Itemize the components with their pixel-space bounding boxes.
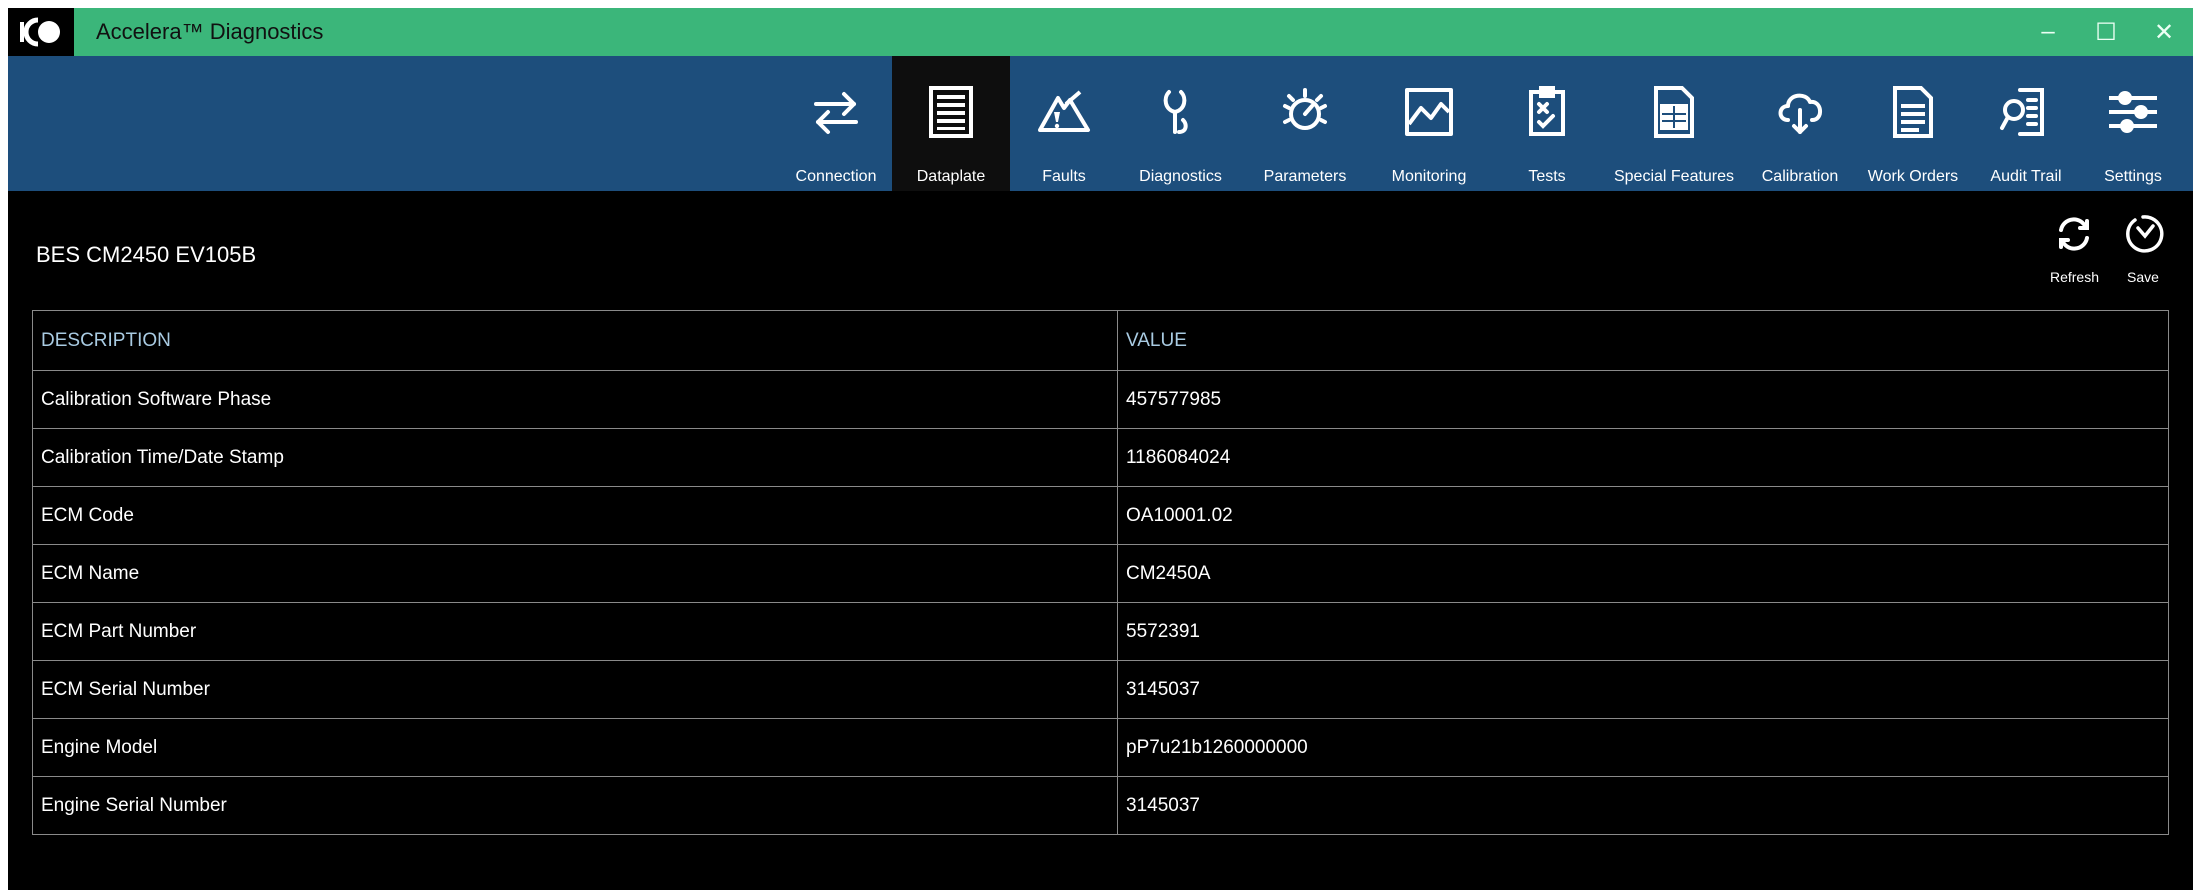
toolbar-label: Connection (795, 168, 877, 185)
value-cell: pP7u21b1260000000 (1117, 718, 2169, 777)
refresh-label: Refresh (2049, 269, 2099, 285)
table-row[interactable]: Engine Model pP7u21b1260000000 (32, 718, 2169, 777)
value-cell: 457577985 (1117, 370, 2169, 429)
toolbar-label: Parameters (1263, 168, 1347, 185)
minimize-button[interactable]: – (2019, 8, 2077, 56)
toolbar-tests[interactable]: Tests (1491, 56, 1603, 191)
toolbar-settings[interactable]: Settings (2081, 56, 2185, 191)
save-button[interactable]: Save (2121, 212, 2165, 285)
value-cell: 3145037 (1117, 776, 2169, 835)
table-row[interactable]: Calibration Time/Date Stamp 1186084024 (32, 428, 2169, 487)
column-header-description[interactable]: DESCRIPTION (32, 310, 1118, 371)
description-cell: Calibration Software Phase (32, 370, 1118, 429)
toolbar-label: Audit Trail (1990, 168, 2062, 185)
description-cell: ECM Name (32, 544, 1118, 603)
maximize-button[interactable]: ☐ (2077, 8, 2135, 56)
page-actions: Refresh Save (2050, 212, 2165, 285)
close-button[interactable]: ✕ (2135, 8, 2193, 56)
toolbar-label: Work Orders (1867, 168, 1959, 185)
column-header-value[interactable]: VALUE (1117, 310, 2169, 371)
table-row[interactable]: ECM Part Number 5572391 (32, 602, 2169, 661)
description-cell: ECM Serial Number (32, 660, 1118, 719)
toolbar-label: Diagnostics (1139, 168, 1222, 185)
app-window: Accelera™ Diagnostics – ☐ ✕ Connection D… (8, 8, 2193, 890)
calibration-icon (1772, 84, 1828, 145)
toolbar-label: Dataplate (916, 168, 986, 185)
toolbar-work-orders[interactable]: Work Orders (1855, 56, 1971, 191)
description-cell: Calibration Time/Date Stamp (32, 428, 1118, 487)
monitoring-icon (1401, 84, 1457, 145)
work-orders-icon (1885, 84, 1941, 145)
main-toolbar: Connection Dataplate Faults Diagnostics … (8, 56, 2193, 191)
toolbar-label: Faults (1042, 168, 1086, 185)
table-row[interactable]: ECM Name CM2450A (32, 544, 2169, 603)
toolbar-faults[interactable]: Faults (1010, 56, 1118, 191)
toolbar-special-features[interactable]: Special Features (1603, 56, 1745, 191)
toolbar-calibration[interactable]: Calibration (1745, 56, 1855, 191)
settings-icon (2105, 84, 2161, 145)
dataplate-table: DESCRIPTION VALUE Calibration Software P… (32, 310, 2169, 835)
toolbar-label: Tests (1528, 168, 1566, 185)
value-cell: OA10001.02 (1117, 486, 2169, 545)
table-row[interactable]: Calibration Software Phase 457577985 (32, 370, 2169, 429)
diagnostics-icon (1153, 84, 1209, 145)
title-bar: Accelera™ Diagnostics – ☐ ✕ (8, 8, 2193, 56)
refresh-icon (2052, 212, 2096, 261)
save-label: Save (2127, 269, 2159, 285)
table-header-row: DESCRIPTION VALUE (32, 310, 2169, 371)
toolbar-audit-trail[interactable]: Audit Trail (1971, 56, 2081, 191)
value-cell: CM2450A (1117, 544, 2169, 603)
refresh-button[interactable]: Refresh (2050, 212, 2099, 285)
toolbar-connection[interactable]: Connection (780, 56, 892, 191)
table-row[interactable]: ECM Code OA10001.02 (32, 486, 2169, 545)
table-row[interactable]: ECM Serial Number 3145037 (32, 660, 2169, 719)
toolbar-dataplate[interactable]: Dataplate (892, 56, 1010, 191)
toolbar-items: Connection Dataplate Faults Diagnostics … (780, 56, 2185, 191)
app-logo (8, 8, 74, 56)
description-cell: ECM Part Number (32, 602, 1118, 661)
value-cell: 3145037 (1117, 660, 2169, 719)
toolbar-diagnostics[interactable]: Diagnostics (1118, 56, 1243, 191)
table-row[interactable]: Engine Serial Number 3145037 (32, 776, 2169, 835)
toolbar-label: Monitoring (1391, 168, 1467, 185)
value-cell: 5572391 (1117, 602, 2169, 661)
special-features-icon (1646, 84, 1702, 145)
toolbar-label: Calibration (1761, 168, 1839, 185)
toolbar-parameters[interactable]: Parameters (1243, 56, 1367, 191)
window-title: Accelera™ Diagnostics (96, 19, 324, 44)
value-cell: 1186084024 (1117, 428, 2169, 487)
dataplate-icon (923, 84, 979, 145)
connection-icon (808, 84, 864, 145)
description-cell: Engine Model (32, 718, 1118, 777)
tests-icon (1519, 84, 1575, 145)
toolbar-label: Settings (2104, 168, 2162, 185)
description-cell: Engine Serial Number (32, 776, 1118, 835)
toolbar-label: Special Features (1613, 168, 1735, 185)
page-title: BES CM2450 EV105B (36, 242, 257, 267)
save-icon (2121, 212, 2165, 261)
description-cell: ECM Code (32, 486, 1118, 545)
faults-icon (1036, 84, 1092, 145)
audit-trail-icon (1998, 84, 2054, 145)
parameters-icon (1277, 84, 1333, 145)
toolbar-monitoring[interactable]: Monitoring (1367, 56, 1491, 191)
window-controls: – ☐ ✕ (2019, 8, 2193, 56)
